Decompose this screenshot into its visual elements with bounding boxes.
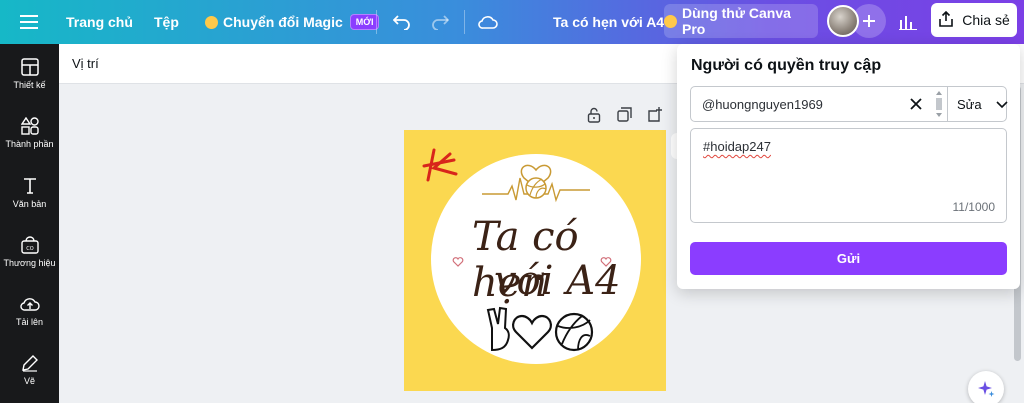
text-icon [23, 178, 36, 194]
sidebar-item-brand[interactable]: CO Thương hiệu [0, 236, 59, 268]
sidebar-item-label: Vẽ [23, 376, 35, 386]
left-sidebar: Thiết kế Thành phần Văn bản CO Thương hi… [0, 44, 59, 403]
sparkle-icon [978, 381, 995, 397]
message-text[interactable]: #hoidap247 [703, 139, 771, 154]
undo-icon[interactable] [393, 0, 411, 44]
sidebar-item-uploads[interactable]: Tải lên [0, 295, 59, 327]
divider [376, 10, 377, 34]
message-textarea[interactable]: #hoidap247 11/1000 [690, 128, 1007, 223]
red-signature-mark [422, 148, 458, 182]
crown-icon [205, 15, 218, 29]
heartbeat-volleyball-decoration [482, 164, 590, 203]
magic-switch-button[interactable]: Chuyển đổi Magic MỚI [205, 0, 380, 44]
file-menu-button[interactable]: Tệp [154, 0, 179, 44]
divider [464, 10, 465, 34]
magic-assistant-button[interactable] [968, 371, 1004, 403]
upload-icon [19, 298, 40, 311]
sidebar-item-label: Văn bản [12, 199, 47, 209]
cloud-save-icon[interactable] [478, 0, 498, 44]
lock-icon[interactable] [587, 107, 601, 128]
sidebar-item-label: Tải lên [15, 317, 43, 327]
sidebar-item-label: Thành phần [5, 139, 54, 149]
heart-icon [452, 257, 464, 267]
magic-switch-label: Chuyển đổi Magic [223, 14, 343, 30]
panel-title: Người có quyền truy cập [691, 57, 882, 74]
sidebar-item-label: Thương hiệu [3, 258, 56, 268]
sidebar-item-label: Thiết kế [13, 80, 46, 90]
layout-icon [20, 58, 39, 76]
document-title[interactable]: Ta có hẹn với A4 [553, 0, 664, 44]
sidebar-item-draw[interactable]: Vẽ [0, 354, 59, 386]
share-icon [938, 10, 954, 30]
duplicate-page-icon[interactable] [617, 107, 632, 127]
permission-value: Sửa [957, 96, 982, 112]
add-page-icon[interactable] [647, 107, 662, 127]
share-label: Chia sẻ [962, 12, 1010, 28]
sidebar-item-elements[interactable]: Thành phần [0, 117, 59, 149]
recipient-value[interactable]: @huongnguyen1969 [702, 97, 823, 112]
redo-icon[interactable] [431, 0, 449, 44]
brand-icon: CO [20, 236, 39, 254]
recipient-scrollbar[interactable] [934, 89, 944, 119]
try-pro-button[interactable]: Dùng thử Canva Pro [664, 4, 818, 38]
shapes-icon [20, 117, 39, 135]
recipient-field[interactable]: @huongnguyen1969 Sửa [690, 86, 1008, 122]
share-panel: Người có quyền truy cập @huongnguyen1969… [677, 44, 1020, 289]
position-button[interactable]: Vị trí [72, 56, 99, 71]
send-button[interactable]: Gửi [690, 242, 1007, 275]
chevron-down-icon [996, 97, 1008, 112]
permission-dropdown[interactable]: Sửa [947, 87, 1008, 121]
character-count: 11/1000 [952, 200, 996, 214]
home-button[interactable]: Trang chủ [66, 0, 133, 44]
heart-icon [600, 257, 612, 267]
pen-icon [21, 355, 38, 372]
sidebar-item-text[interactable]: Văn bản [0, 177, 59, 209]
peace-heart-volleyball-icons [486, 306, 594, 352]
share-button[interactable]: Chia sẻ [931, 3, 1017, 37]
avatar[interactable] [827, 5, 859, 37]
svg-text:CO: CO [26, 246, 33, 252]
sidebar-item-design[interactable]: Thiết kế [0, 58, 59, 90]
menu-icon[interactable] [20, 0, 38, 44]
clear-icon[interactable] [909, 97, 923, 116]
analytics-icon[interactable] [899, 0, 917, 44]
try-pro-label: Dùng thử Canva Pro [681, 5, 791, 37]
design-page[interactable]: Ta có hẹn với A4 [404, 130, 666, 391]
crown-icon [664, 14, 677, 28]
top-bar: Trang chủ Tệp Chuyển đổi Magic MỚI Ta có… [0, 0, 1024, 44]
